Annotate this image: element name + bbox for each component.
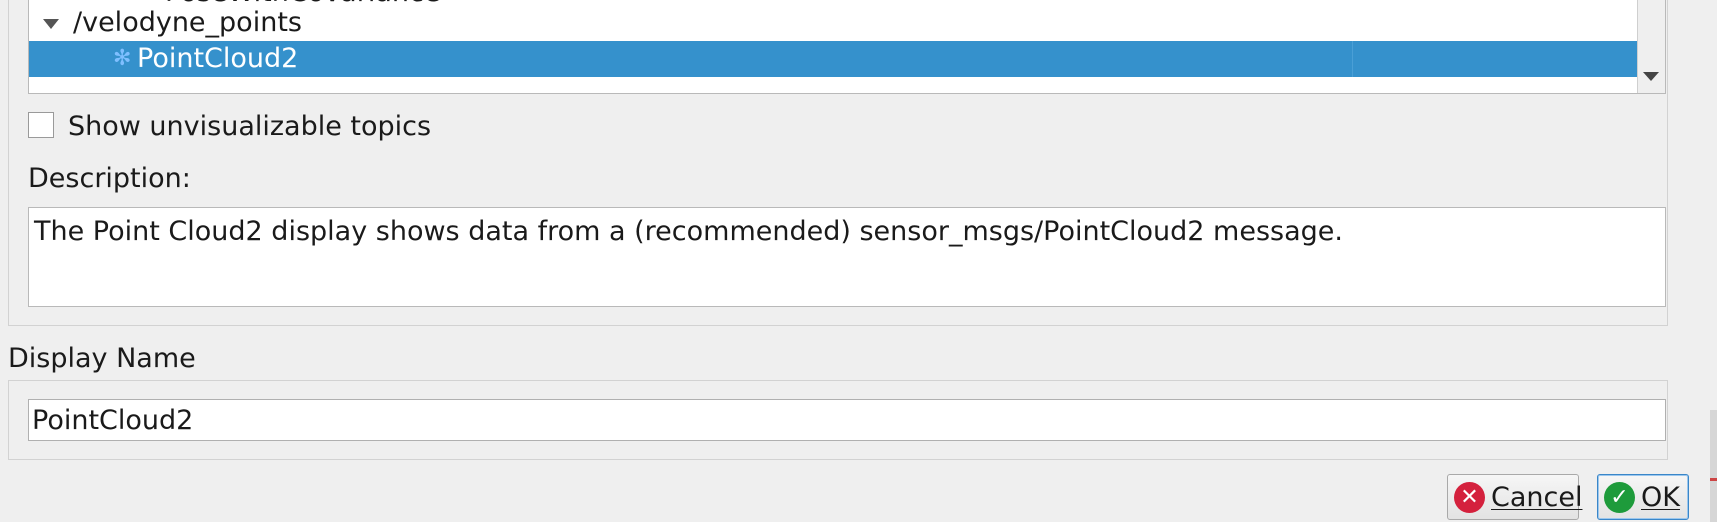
display-name-input[interactable]	[28, 399, 1666, 441]
tree-item-label: /velodyne_points	[73, 7, 302, 38]
tree-item-label: PointCloud2	[137, 43, 299, 74]
ok-button-label: OK	[1641, 481, 1680, 513]
pointcloud-icon: ✻	[113, 46, 132, 71]
tree-item-velodyne-points[interactable]: /velodyne_points	[29, 5, 1637, 41]
topic-tree[interactable]: PoseWithCovariance /velodyne_points ✻ Po…	[28, 0, 1666, 94]
background-window-edge	[1710, 410, 1717, 522]
tree-item-pointcloud2-selected[interactable]: ✻ PointCloud2	[29, 41, 1637, 77]
expand-arrow-icon[interactable]	[43, 19, 59, 29]
description-label: Description:	[28, 163, 191, 194]
description-text: The Point Cloud2 display shows data from…	[28, 207, 1666, 307]
cancel-button-label: Cancel	[1491, 481, 1583, 513]
background-window-edge-mark	[1710, 478, 1717, 481]
scroll-down-arrow-icon[interactable]	[1643, 72, 1659, 81]
ok-button[interactable]: ✓ OK	[1597, 474, 1689, 520]
cancel-icon: ✕	[1454, 481, 1485, 513]
show-unvisualizable-checkbox[interactable]	[28, 112, 54, 138]
tree-scrollbar[interactable]	[1637, 0, 1665, 93]
cancel-button[interactable]: ✕ Cancel	[1447, 474, 1583, 520]
column-divider	[1352, 41, 1353, 77]
display-name-label: Display Name	[8, 343, 196, 374]
show-unvisualizable-label[interactable]: Show unvisualizable topics	[68, 109, 431, 145]
ok-check-icon: ✓	[1604, 481, 1635, 513]
